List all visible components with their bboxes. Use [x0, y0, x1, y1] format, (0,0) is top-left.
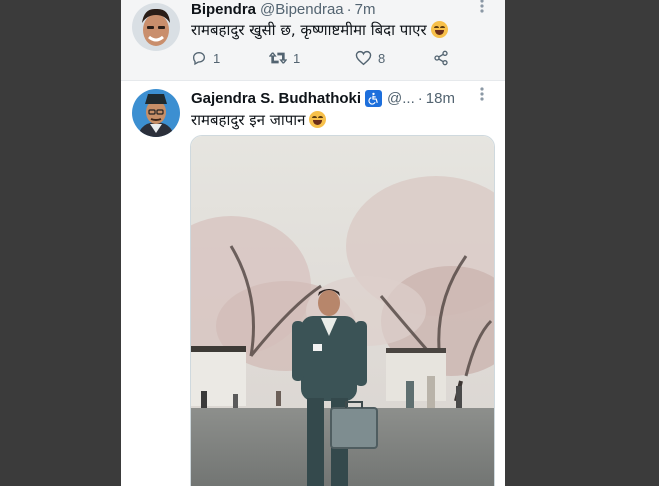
wheelchair-accessibility-icon	[365, 89, 383, 107]
like-button[interactable]: 8	[355, 50, 433, 66]
reply-icon	[192, 51, 206, 66]
tweet-text: रामबहादुर इन जापान	[191, 110, 327, 130]
timestamp[interactable]: 18m	[426, 90, 455, 107]
user-avatar-image	[132, 3, 180, 51]
like-count: 8	[378, 50, 386, 66]
right-background	[505, 0, 659, 486]
display-name[interactable]: Gajendra S. Budhathoki	[191, 90, 361, 107]
tweet[interactable]: Gajendra S. Budhathoki @... · 18m रामबहा…	[121, 81, 505, 486]
face-with-tears-of-joy-icon	[309, 111, 327, 128]
more-options-icon[interactable]	[473, 87, 491, 105]
share-button[interactable]	[433, 50, 455, 66]
tweet-text-content: रामबहादुर इन जापान	[191, 111, 306, 129]
tweet-header: Gajendra S. Budhathoki @... · 18m	[191, 88, 455, 108]
display-name[interactable]: Bipendra	[191, 1, 256, 18]
retweet-count: 1	[293, 50, 301, 66]
user-handle[interactable]: @Bipendraa	[260, 1, 344, 18]
retweet-icon	[269, 52, 287, 64]
face-with-tears-of-joy-icon	[430, 21, 448, 38]
avatar[interactable]	[132, 3, 180, 51]
tweet-text-content: रामबहादुर खुसी छ, कृष्णाष्टमीमा बिदा पाए…	[191, 21, 427, 39]
avatar[interactable]	[132, 89, 180, 137]
tweet[interactable]: Bipendra @Bipendraa · 7m रामबहादुर खुसी …	[121, 0, 505, 81]
reply-button[interactable]: 1	[191, 50, 269, 66]
left-background	[0, 0, 121, 486]
user-handle[interactable]: @...	[387, 90, 415, 107]
user-avatar-image	[132, 89, 180, 137]
tweet-header: Bipendra @Bipendraa · 7m	[191, 0, 375, 19]
timestamp[interactable]: 7m	[355, 1, 376, 18]
separator-dot: ·	[346, 0, 352, 18]
tweet-text: रामबहादुर खुसी छ, कृष्णाष्टमीमा बिदा पाए…	[191, 20, 448, 40]
more-options-icon[interactable]	[473, 0, 491, 17]
tweet-photo[interactable]	[190, 135, 495, 486]
share-icon	[434, 50, 448, 66]
separator-dot: ·	[417, 89, 423, 107]
heart-icon	[355, 50, 372, 66]
reply-count: 1	[213, 50, 221, 66]
cherry-blossom-photo	[191, 136, 494, 486]
tweet-actions: 1 1 8	[191, 48, 461, 68]
retweet-button[interactable]: 1	[269, 50, 355, 66]
timeline-feed: Bipendra @Bipendraa · 7m रामबहादुर खुसी …	[121, 0, 505, 486]
